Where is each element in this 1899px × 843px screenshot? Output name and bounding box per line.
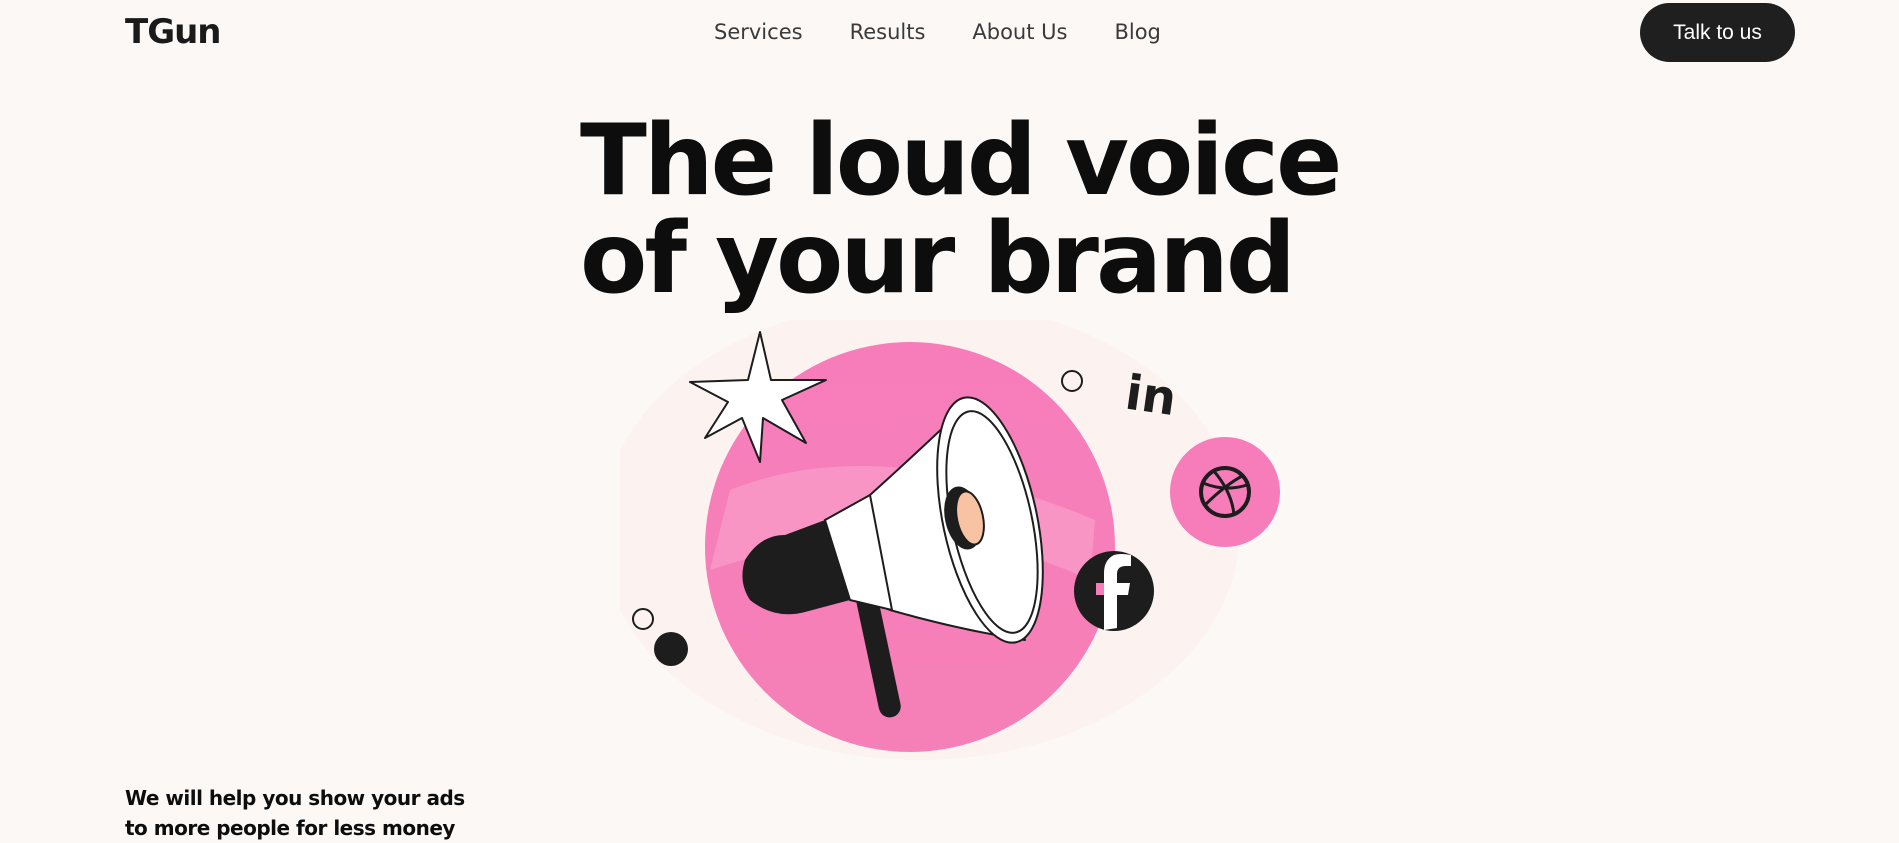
hero-title-line-1: The loud voice <box>580 104 1343 218</box>
tagline-line-1: We will help you show your ads <box>125 786 465 810</box>
nav-results[interactable]: Results <box>850 20 926 44</box>
hero-illustration: in <box>620 320 1280 760</box>
hero-tagline: We will help you show your ads to more p… <box>125 783 465 843</box>
svg-text:in: in <box>1122 365 1180 428</box>
dribbble-icon <box>1170 437 1280 547</box>
hero-title-line-2: of your brand <box>580 202 1296 316</box>
talk-to-us-button[interactable]: Talk to us <box>1640 3 1795 62</box>
nav-services[interactable]: Services <box>714 20 803 44</box>
dark-dot <box>654 632 688 666</box>
brand-logo[interactable]: TGun <box>125 12 222 52</box>
tagline-line-2: to more people for less money <box>125 816 455 840</box>
hero-title: The loud voice of your brand <box>580 104 1343 316</box>
facebook-icon <box>1074 551 1154 631</box>
main-nav: Services Results About Us Blog <box>714 20 1161 44</box>
linkedin-icon: in <box>1122 365 1180 428</box>
nav-about-us[interactable]: About Us <box>972 20 1067 44</box>
nav-blog[interactable]: Blog <box>1114 20 1160 44</box>
